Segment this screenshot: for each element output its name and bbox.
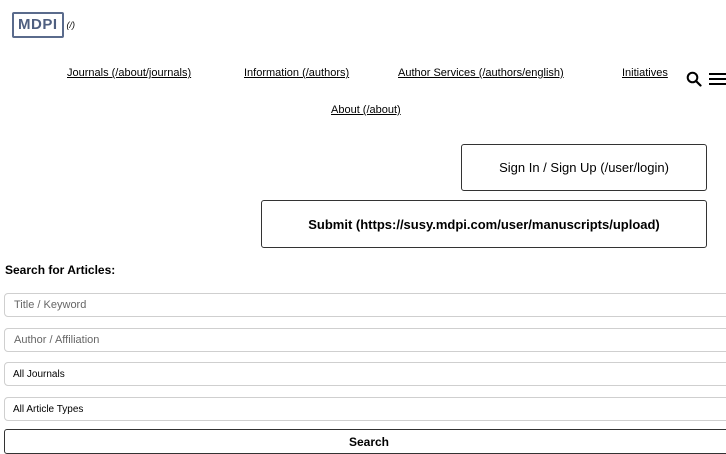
- article-type-select[interactable]: All Article Types: [4, 397, 726, 421]
- search-icon[interactable]: [686, 71, 702, 87]
- site-logo[interactable]: MDPI (/): [12, 12, 75, 38]
- title-keyword-input[interactable]: Title / Keyword: [4, 293, 726, 317]
- hamburger-menu-icon[interactable]: [709, 72, 726, 86]
- nav-journals[interactable]: Journals (/about/journals): [67, 67, 191, 79]
- nav-information[interactable]: Information (/authors): [244, 67, 349, 79]
- nav-author-services[interactable]: Author Services (/authors/english): [398, 67, 564, 79]
- submit-manuscript-button[interactable]: Submit (https://susy.mdpi.com/user/manus…: [261, 200, 707, 248]
- nav-initiatives[interactable]: Initiatives: [622, 67, 668, 79]
- search-heading: Search for Articles:: [5, 263, 116, 277]
- author-affiliation-input[interactable]: Author / Affiliation: [4, 328, 726, 352]
- sign-in-button[interactable]: Sign In / Sign Up (/user/login): [461, 144, 707, 191]
- logo-alt-text: (/): [66, 20, 76, 30]
- search-button[interactable]: Search: [4, 429, 726, 454]
- nav-about[interactable]: About (/about): [331, 104, 401, 116]
- mdpi-logo: MDPI: [12, 12, 64, 38]
- journal-select[interactable]: All Journals: [4, 362, 726, 386]
